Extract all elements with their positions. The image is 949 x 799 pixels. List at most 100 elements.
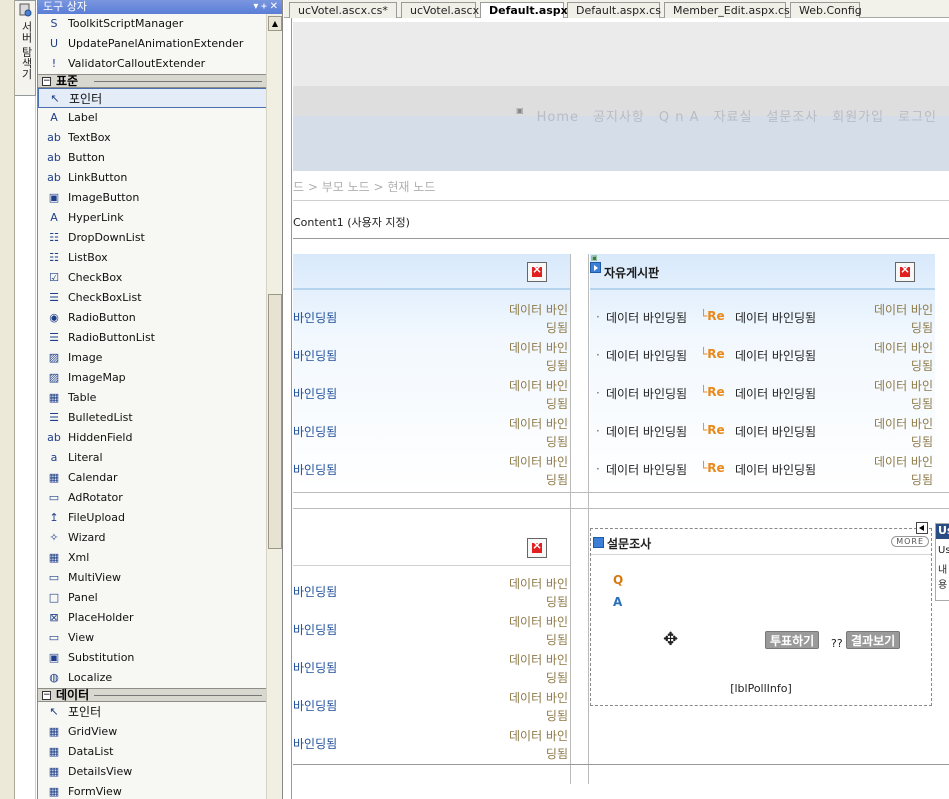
close-icon[interactable] xyxy=(527,538,547,558)
board-row[interactable]: 바인딩됨 데이터 바인 딩됨 xyxy=(293,338,570,376)
toolbox-item-fileupload[interactable]: ↥ FileUpload xyxy=(38,508,268,528)
row-title[interactable]: 데이터 바인딩됨 xyxy=(606,309,687,326)
toolbox-item-bulletedlist[interactable]: ☰ BulletedList xyxy=(38,408,268,428)
nav-item[interactable]: 자료실 xyxy=(714,110,753,125)
row-title[interactable]: 데이터 바인딩됨 xyxy=(606,461,687,478)
toolbox-item-image[interactable]: ▨ Image xyxy=(38,348,268,368)
toolbox-window-controls[interactable]: ▾ ᚐ ✕ xyxy=(253,0,278,14)
document-tab[interactable]: Member_Edit.aspx.cs xyxy=(664,2,790,18)
toolbox-item-detailsview[interactable]: ▦ DetailsView xyxy=(38,762,268,782)
row-title[interactable]: 데이터 바인딩됨 xyxy=(735,461,816,478)
board-row[interactable]: 바인딩됨 데이터 바인 딩됨 xyxy=(293,414,570,452)
toolbox-item-linkbutton[interactable]: ab LinkButton xyxy=(38,168,268,188)
toolbox-item-localize[interactable]: ◍ Localize xyxy=(38,668,268,688)
toolbox-item-imagebutton[interactable]: ▣ ImageButton xyxy=(38,188,268,208)
nav-item[interactable]: 설문조사 xyxy=(766,110,818,125)
board-row[interactable]: 바인딩됨 데이터 바인 딩됨 xyxy=(293,376,570,414)
row-title[interactable]: 데이터 바인딩됨 xyxy=(606,385,687,402)
board-row[interactable]: 바인딩됨 데이터 바인 딩됨 xyxy=(293,612,570,650)
board-row[interactable]: · 데이터 바인딩됨 └Re 데이터 바인딩됨 데이터 바인 딩됨 xyxy=(590,414,935,452)
close-icon[interactable] xyxy=(527,262,547,282)
board-row[interactable]: · 데이터 바인딩됨 └Re 데이터 바인딩됨 데이터 바인 딩됨 xyxy=(590,452,935,490)
toolbox-item-radiobutton[interactable]: ◉ RadioButton xyxy=(38,308,268,328)
more-button[interactable]: MORE xyxy=(891,536,929,547)
row-title[interactable]: 바인딩됨 xyxy=(293,385,337,402)
collapse-icon[interactable]: − xyxy=(42,691,51,700)
row-title[interactable]: 바인딩됨 xyxy=(293,735,337,752)
toolbox-item-placeholder[interactable]: ⊠ PlaceHolder xyxy=(38,608,268,628)
document-tab[interactable]: Default.aspx* xyxy=(480,2,574,19)
toolbox-group-data[interactable]: − 데이터 xyxy=(38,688,268,702)
row-title[interactable]: 데이터 바인딩됨 xyxy=(735,309,816,326)
toolbox-item-hyperlink[interactable]: A HyperLink xyxy=(38,208,268,228)
survey-user-control[interactable]: 설문조사 MORE Q A ✥ 투표하기 ?? 결과보기 [lblPollInf… xyxy=(590,528,932,706)
toolbox-item-multiview[interactable]: ▭ MultiView xyxy=(38,568,268,588)
toolbox-item-radiobuttonlist[interactable]: ☰ RadioButtonList xyxy=(38,328,268,348)
row-title[interactable]: 데이터 바인딩됨 xyxy=(606,347,687,364)
toolbox-item-validatorcalloutextender[interactable]: ! ValidatorCalloutExtender xyxy=(38,54,268,74)
toolbox-item-formview[interactable]: ▦ FormView xyxy=(38,782,268,799)
toolbox-item-panel[interactable]: □ Panel xyxy=(38,588,268,608)
toolbox-item-wizard[interactable]: ✧ Wizard xyxy=(38,528,268,548)
row-title[interactable]: 바인딩됨 xyxy=(293,659,337,676)
move-handle-icon[interactable]: ✥ xyxy=(663,629,678,650)
nav-item[interactable]: Q n A xyxy=(659,110,700,125)
document-tab[interactable]: ucVotel.ascx xyxy=(401,2,479,18)
scroll-thumb[interactable] xyxy=(268,294,282,549)
scroll-up-arrow-icon[interactable]: ▲ xyxy=(268,16,282,31)
toolbox-item-label[interactable]: A Label xyxy=(38,108,268,128)
toolbox-item-toolkitscriptmanager[interactable]: S ToolkitScriptManager xyxy=(38,14,268,34)
toolbox-item-button[interactable]: ab Button xyxy=(38,148,268,168)
smart-tag-arrow-icon[interactable] xyxy=(916,522,928,534)
row-title[interactable]: 데이터 바인딩됨 xyxy=(606,423,687,440)
nav-item[interactable]: 로그인 xyxy=(898,110,937,125)
toolbox-item-view[interactable]: ▭ View xyxy=(38,628,268,648)
toolbox-item-pointer[interactable]: ↖ 포인터 xyxy=(38,702,268,722)
toolbox-item-pointer[interactable]: ↖ 포인터 xyxy=(38,88,268,108)
server-explorer-tab[interactable]: 서버 탐색기 xyxy=(15,0,36,96)
row-title[interactable]: 바인딩됨 xyxy=(293,347,337,364)
toolbox-item-textbox[interactable]: ab TextBox xyxy=(38,128,268,148)
toolbox-item-datalist[interactable]: ▦ DataList xyxy=(38,742,268,762)
document-tab[interactable]: Default.aspx.cs xyxy=(567,2,661,18)
toolbox-item-table[interactable]: ▦ Table xyxy=(38,388,268,408)
nav-item[interactable]: 회원가입 xyxy=(832,110,884,125)
document-tab[interactable]: Web.Config xyxy=(790,2,862,18)
toolbox-item-updatepanelanimationextender[interactable]: U UpdatePanelAnimationExtender xyxy=(38,34,268,54)
toolbox-item-xml[interactable]: ▦ Xml xyxy=(38,548,268,568)
document-tab[interactable]: ucVotel.ascx.cs* xyxy=(289,2,397,18)
collapse-icon[interactable]: − xyxy=(42,77,51,86)
board-row[interactable]: 바인딩됨 데이터 바인 딩됨 xyxy=(293,726,570,764)
board-row[interactable]: 바인딩됨 데이터 바인 딩됨 xyxy=(293,688,570,726)
toolbox-title-bar[interactable]: 도구 상자 ▾ ᚐ ✕ xyxy=(38,0,282,14)
result-button[interactable]: 결과보기 xyxy=(846,631,901,649)
row-title[interactable]: 바인딩됨 xyxy=(293,309,337,326)
toolbox-item-checkboxlist[interactable]: ☰ CheckBoxList xyxy=(38,288,268,308)
board-row[interactable]: 바인딩됨 데이터 바인 딩됨 xyxy=(293,452,570,490)
board-row[interactable]: · 데이터 바인딩됨 └Re 데이터 바인딩됨 데이터 바인 딩됨 xyxy=(590,338,935,376)
toolbox-item-hiddenfield[interactable]: ab HiddenField xyxy=(38,428,268,448)
nav-item[interactable]: 공지사항 xyxy=(593,110,645,125)
row-title[interactable]: 바인딩됨 xyxy=(293,423,337,440)
toolbox-group-standard[interactable]: − 표준 xyxy=(38,74,268,88)
row-title[interactable]: 데이터 바인딩됨 xyxy=(735,423,816,440)
nav-item[interactable]: Home xyxy=(537,110,579,125)
toolbox-scrollbar[interactable]: ▲ xyxy=(266,14,282,799)
board-row[interactable]: 바인딩됨 데이터 바인 딩됨 xyxy=(293,300,570,338)
toolbox-item-adrotator[interactable]: ▭ AdRotator xyxy=(38,488,268,508)
board-row[interactable]: · 데이터 바인딩됨 └Re 데이터 바인딩됨 데이터 바인 딩됨 xyxy=(590,300,935,338)
row-title[interactable]: 바인딩됨 xyxy=(293,621,337,638)
toolbox-item-dropdownlist[interactable]: ☷ DropDownList xyxy=(38,228,268,248)
vote-button[interactable]: 투표하기 xyxy=(765,631,820,649)
toolbox-item-listbox[interactable]: ☷ ListBox xyxy=(38,248,268,268)
toolbox-item-gridview[interactable]: ▦ GridView xyxy=(38,722,268,742)
toolbox-item-checkbox[interactable]: ☑ CheckBox xyxy=(38,268,268,288)
board-row[interactable]: 바인딩됨 데이터 바인 딩됨 xyxy=(293,574,570,612)
row-title[interactable]: 바인딩됨 xyxy=(293,461,337,478)
row-title[interactable]: 바인딩됨 xyxy=(293,697,337,714)
toolbox-item-imagemap[interactable]: ▨ ImageMap xyxy=(38,368,268,388)
close-icon[interactable] xyxy=(895,262,915,282)
toolbox-item-literal[interactable]: a Literal xyxy=(38,448,268,468)
board-row[interactable]: · 데이터 바인딩됨 └Re 데이터 바인딩됨 데이터 바인 딩됨 xyxy=(590,376,935,414)
row-title[interactable]: 바인딩됨 xyxy=(293,583,337,600)
